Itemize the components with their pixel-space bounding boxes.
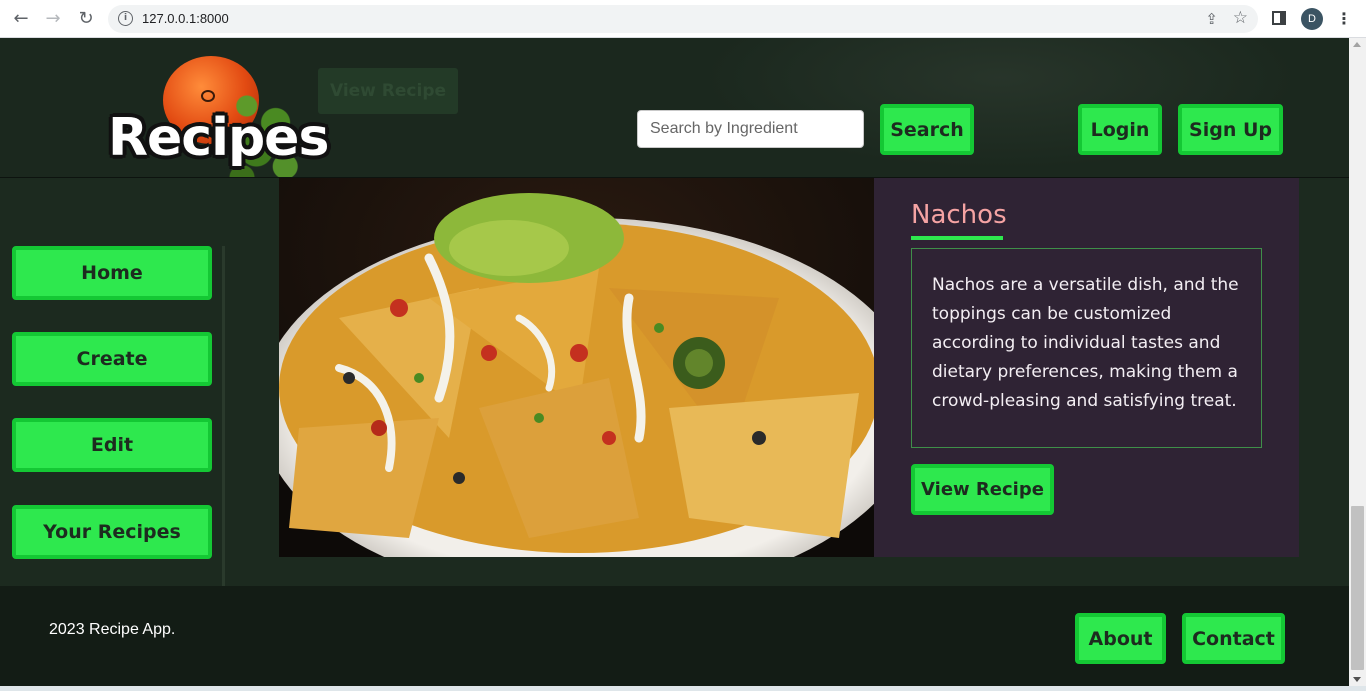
contact-button[interactable]: Contact [1182,613,1285,664]
search-button[interactable]: Search [880,104,974,155]
window-bottom-edge [0,686,1366,691]
signup-button[interactable]: Sign Up [1178,104,1283,155]
logo-text: Recipes [108,108,329,168]
profile-avatar[interactable]: D [1301,8,1323,30]
scroll-down-icon[interactable] [1353,677,1361,682]
address-bar[interactable]: i 127.0.0.1:8000 ⇪ ☆ [108,5,1258,33]
recipe-image [279,178,874,557]
info-icon[interactable]: i [118,11,133,26]
recipe-title: Nachos [911,200,1007,230]
scroll-up-icon[interactable] [1353,42,1361,47]
nachos-illustration [279,178,874,557]
tomato-stem-icon [201,90,215,102]
view-recipe-button[interactable]: View Recipe [911,464,1054,515]
about-button[interactable]: About [1075,613,1166,664]
side-panel-icon[interactable] [1272,11,1286,25]
share-icon[interactable]: ⇪ [1205,10,1218,28]
page-scrollbar[interactable] [1349,38,1366,686]
search-input[interactable] [637,110,864,148]
login-button[interactable]: Login [1078,104,1162,155]
sidebar-item-edit[interactable]: Edit [12,418,212,472]
sidebar-item-home[interactable]: Home [12,246,212,300]
browser-toolbar: ← → ↻ i 127.0.0.1:8000 ⇪ ☆ D ⋮ [0,0,1366,38]
site-header: View Recipe Recipes Search Login Sign Up [0,38,1349,178]
back-icon[interactable]: ← [10,8,32,30]
sidebar-divider [222,246,225,591]
star-icon[interactable]: ☆ [1233,8,1248,28]
address-url[interactable]: 127.0.0.1:8000 [142,11,229,27]
reload-icon[interactable]: ↻ [75,8,97,30]
sidebar-item-your-recipes[interactable]: Your Recipes [12,505,212,559]
site-logo[interactable]: Recipes [108,56,329,177]
recipe-description: Nachos are a versatile dish, and the top… [911,248,1262,448]
copyright-text: 2023 Recipe App. [49,621,176,638]
sidebar-item-create[interactable]: Create [12,332,212,386]
forward-icon[interactable]: → [42,8,64,30]
title-underline [911,236,1003,240]
kebab-menu-icon[interactable]: ⋮ [1336,8,1352,30]
ghost-view-recipe-button: View Recipe [318,68,458,114]
scrollbar-thumb[interactable] [1351,506,1364,670]
